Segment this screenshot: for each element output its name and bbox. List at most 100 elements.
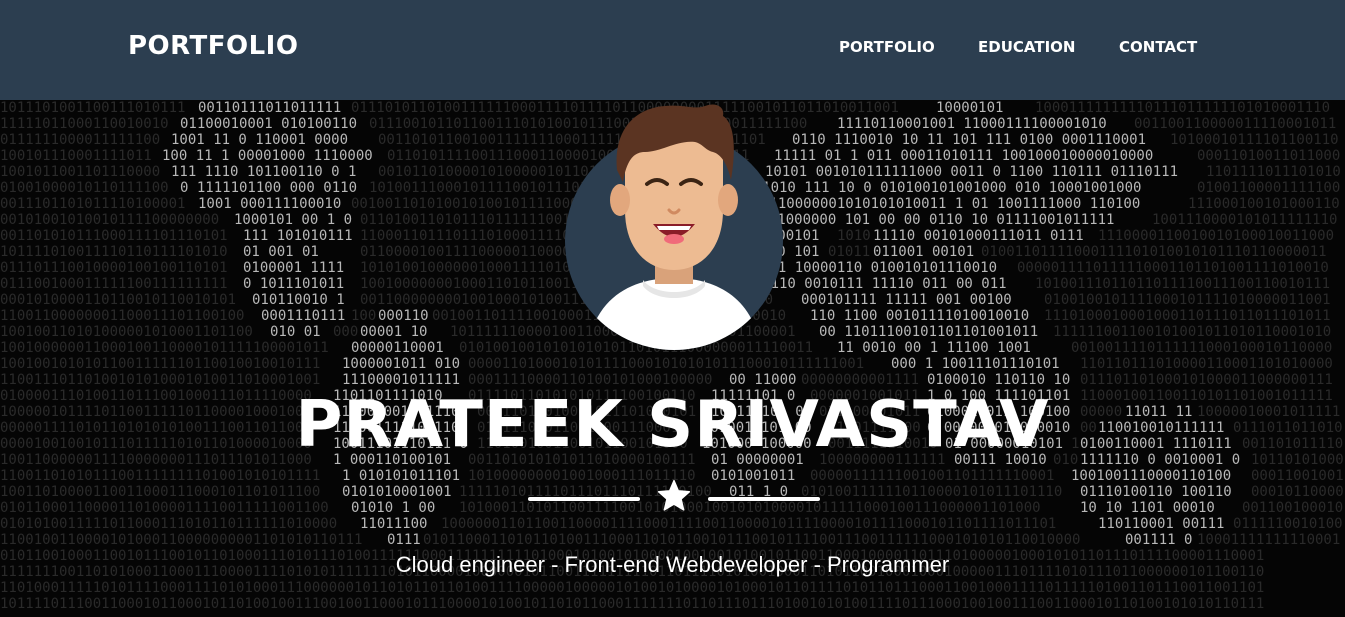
svg-text:11001100000001100011101100100: 11001100000001100011101100100 xyxy=(0,308,244,324)
svg-text:00011010011011000: 00011010011011000 xyxy=(1197,148,1340,164)
svg-text:000110: 000110 xyxy=(378,308,429,324)
svg-text:10 10 1101 00010: 10 10 1101 00010 xyxy=(1080,500,1215,516)
svg-text:00000111111001001101111110001: 00000111111001001101111110001 xyxy=(810,468,1054,484)
svg-text:011101110010000100100110101: 011101110010000100100110101 xyxy=(0,260,228,276)
svg-text:111010001000100011011101101110: 1110100010001000110111011011101011 xyxy=(1044,308,1331,324)
star-divider xyxy=(528,479,820,516)
svg-text:001101010111000111101110101: 001101010111000111101110101 xyxy=(0,228,228,244)
svg-text:011001 00101: 011001 00101 xyxy=(873,244,974,260)
svg-text:000011010001010111100010101010: 0000110100010101111000101010101110001011… xyxy=(468,356,864,372)
svg-text:100110100001100110001110001011: 10011010000110011000111000101101011100 xyxy=(0,484,320,500)
svg-text:100100110101000001010001101100: 100100110101000001010001101100 xyxy=(0,324,253,340)
svg-text:0100001 1111: 0100001 1111 xyxy=(243,260,344,276)
svg-text:110110111010000110001101010000: 110110111010000110001101010000 xyxy=(1080,356,1333,372)
svg-text:01110100110 100110: 01110100110 100110 xyxy=(1080,484,1232,500)
svg-text:010101001111101100011101011011: 0101010011111011000111010110111111010000 xyxy=(0,516,337,532)
hero-subtitle: Cloud engineer - Front-end Webdeveloper … xyxy=(395,552,950,577)
hero-section: 1011101001100111010111 00110111011011111 0… xyxy=(0,100,1345,617)
svg-text:110100011111010111100011110101: 1101000111110101111000111101010001110000… xyxy=(0,580,1264,596)
svg-text:01011: 01011 xyxy=(828,244,870,260)
svg-text:1001110000101011111110: 1001110000101011111110 xyxy=(1152,212,1337,228)
svg-text:100 11 1 00001000 1110000: 100 11 1 00001000 1110000 xyxy=(162,148,373,164)
svg-text:0 1011101011: 0 1011101011 xyxy=(243,276,344,292)
svg-text:100101110001111011: 100101110001111011 xyxy=(0,148,152,164)
svg-text:100100101010110011111101100100: 10010010101011001111110110010010010111 xyxy=(0,356,320,372)
divider-line-left xyxy=(528,497,640,501)
svg-text:010010010111100010111101000001: 0100100101111000101111010000011001 xyxy=(1044,292,1331,308)
svg-text:100000011011001100001111000111: 1000000110110011000011110001111001100001… xyxy=(441,516,1056,532)
svg-text:100100000011000100110000101111: 100100000011000100110000101111100001011 xyxy=(0,340,329,356)
svg-text:11111 01 1 011 00011010111 100: 11111 01 1 011 00011010111 1001000100000… xyxy=(774,148,1153,164)
svg-text:111000100101000110: 111000100101000110 xyxy=(1188,196,1340,212)
svg-text:11011100: 11011100 xyxy=(360,516,427,532)
svg-text:11 0010 00 1 11100 1001: 11 0010 00 1 11100 1001 xyxy=(837,340,1031,356)
svg-text:0101010001001: 0101010001001 xyxy=(342,484,452,500)
svg-text:001100100010: 001100100010 xyxy=(1242,500,1343,516)
svg-text:01010 1 00: 01010 1 00 xyxy=(351,500,435,516)
svg-text:10001111111110001: 10001111111110001 xyxy=(1197,532,1340,548)
svg-text:110011101101001010100010100110: 11001110110100101010001010011010001001 xyxy=(0,372,320,388)
svg-text:01001100001111100: 01001100001111100 xyxy=(1197,180,1340,196)
svg-text:0 0001010 111 10 0 0101001010: 0 0001010 111 10 0 010100101001000 010 1… xyxy=(720,180,1141,196)
svg-text:10101 001010111111000 0011 0 1: 10101 001010111111000 0011 0 1100 110111… xyxy=(765,164,1178,180)
svg-text:1011101001100111010111: 1011101001100111010111 xyxy=(0,100,185,116)
svg-text:010110010 1: 010110010 1 xyxy=(252,292,345,308)
svg-text:00 11011100101101101001011: 00 11011100101101101001011 xyxy=(819,324,1038,340)
svg-text:100: 100 xyxy=(351,308,376,324)
svg-text:001111 0: 001111 0 xyxy=(1125,532,1192,548)
svg-text:010100111111011000010101110111: 0101001111110110000101011101110 xyxy=(801,484,1062,500)
svg-text:0111111000011111100: 0111111000011111100 xyxy=(0,132,160,148)
hero-name: PRATEEK SRIVASTAV xyxy=(295,388,1050,462)
svg-text:0111: 0111 xyxy=(387,532,421,548)
svg-text:010 01: 010 01 xyxy=(270,324,321,340)
svg-text:000: 000 xyxy=(333,324,358,340)
nav-link-contact[interactable]: CONTACT xyxy=(1119,38,1197,56)
svg-text:011101101000101000011000000111: 011101101000101000011000000111 xyxy=(1080,372,1333,388)
svg-text:111111001100101001011010110001: 111111001100101001011010110001010 xyxy=(1053,324,1331,340)
svg-text:01001000010110111100: 01001000010110111100 xyxy=(0,180,169,196)
brand-link[interactable]: PORTFOLIO xyxy=(128,31,298,61)
svg-text:01100010001 010100110: 01100010001 010100110 xyxy=(180,116,357,132)
svg-text:110011010101110011111111010010: 11001101010111001111111101001010101111 xyxy=(0,468,320,484)
svg-text:000001111011111000110110100111: 0000011110111110001101101001111010010 xyxy=(1017,260,1329,276)
svg-text:1001 000111100010: 1001 000111100010 xyxy=(198,196,341,212)
svg-text:11110110001001 110001111000010: 11110110001001 11000111100001010 xyxy=(837,116,1107,132)
svg-text:00000110001: 00000110001 xyxy=(351,340,444,356)
svg-text:1001 11 0 110001 0000: 1001 11 0 110001 0000 xyxy=(171,132,348,148)
svg-text:00101001010010111100000000: 00101001010010111100000000 xyxy=(0,212,219,228)
svg-text:1110000110010010100010011000: 1110000110010010100010011000 xyxy=(1098,228,1334,244)
svg-text:001001111011111100010001011000: 0010011110111111000100010110000 xyxy=(1071,340,1332,356)
svg-text:000 1 10011101110101: 000 1 10011101110101 xyxy=(891,356,1060,372)
svg-text:00 11000: 00 11000 xyxy=(729,372,796,388)
svg-text:100011111111101110111111010100: 10001111111110111011111101010001110 xyxy=(1035,100,1330,116)
svg-text:11111011000110010010: 11111011000110010010 xyxy=(0,116,169,132)
svg-text:0001010000110110010110010101: 0001010000110110010110010101 xyxy=(0,292,236,308)
nav-link-portfolio[interactable]: PORTFOLIO xyxy=(839,38,935,56)
svg-text:1 010101011101: 1 010101011101 xyxy=(342,468,460,484)
svg-text:101111011100110001011000101101: 1011110111001100010110001011010010011100… xyxy=(0,596,1264,612)
svg-text:10000101: 10000101 xyxy=(936,100,1003,116)
svg-text:1001001110000110100: 1001001110000110100 xyxy=(1071,468,1231,484)
svg-text:10100010111101100110: 10100010111101100110 xyxy=(1170,132,1339,148)
svg-text:0 1111101100 000 0110: 0 1111101100 000 0110 xyxy=(180,180,357,196)
svg-text:00010110000: 00010110000 xyxy=(1251,484,1344,500)
svg-text:11110 00101000111011 0111: 11110 00101000111011 0111 xyxy=(873,228,1084,244)
svg-text:01 001 01: 01 001 01 xyxy=(243,244,319,260)
svg-text:11100001011111: 11100001011111 xyxy=(342,372,460,388)
nav-link-education[interactable]: EDUCATION xyxy=(978,38,1075,56)
divider-line-right xyxy=(708,497,820,501)
svg-text:00011001001: 00011001001 xyxy=(1251,468,1344,484)
svg-text:1010: 1010 xyxy=(837,228,871,244)
svg-text:0011101101011110100001: 0011101101011110100001 xyxy=(0,196,185,212)
svg-text:1001011001101110000: 1001011001101110000 xyxy=(0,164,160,180)
svg-text:110 1100 00101111010010010: 110 1100 00101111010010010 xyxy=(810,308,1029,324)
svg-text:0111110010100: 0111110010100 xyxy=(1233,516,1343,532)
svg-text:0110 1110010 10 11 101 111 010: 0110 1110010 10 11 101 111 0100 00011100… xyxy=(792,132,1146,148)
svg-text:1000101 00 1 0: 1000101 00 1 0 xyxy=(234,212,352,228)
svg-text:00110111011011111: 00110111011011111 xyxy=(198,100,341,116)
svg-text:011100100011111100111111111: 011100100011111100111111111 xyxy=(0,276,228,292)
svg-text:110110001 00111: 110110001 00111 xyxy=(1098,516,1224,532)
svg-text:010110001100001101000011110011: 010110001100001101000011110011111001100 xyxy=(0,500,329,516)
svg-text:000101111 11111 001 00100: 000101111 11111 001 00100 xyxy=(801,292,1012,308)
svg-text:010011011110001111010100101011: 0100110111100011110101001010111011000001… xyxy=(981,244,1327,260)
